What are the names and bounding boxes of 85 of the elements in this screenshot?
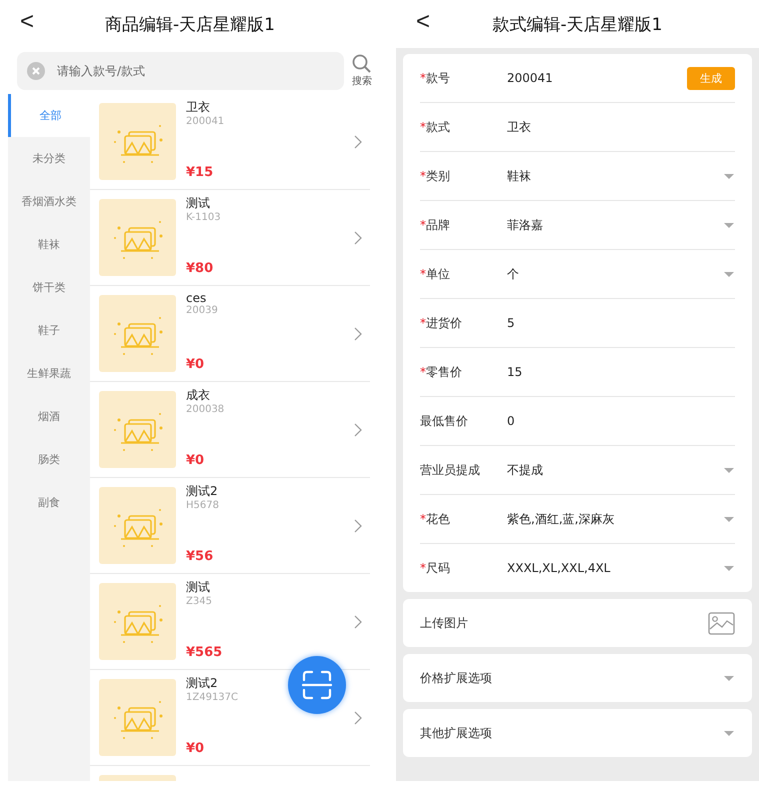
field-value[interactable]: 200041 bbox=[507, 71, 687, 85]
dropdown-caret-icon bbox=[723, 674, 735, 682]
field-value[interactable]: 紫色,酒红,蓝,深麻灰 bbox=[507, 510, 723, 528]
category-item[interactable]: 全部 bbox=[8, 94, 90, 137]
search-button[interactable]: 搜索 bbox=[352, 54, 372, 88]
chevron-icon bbox=[354, 422, 362, 436]
field-label: 最低售价 bbox=[420, 412, 469, 430]
field-label: *零售价 bbox=[420, 364, 463, 380]
field-label: *花色 bbox=[420, 510, 451, 528]
product-price: ¥0 bbox=[186, 453, 204, 468]
dropdown-caret-icon bbox=[723, 270, 735, 278]
product-price: ¥0 bbox=[186, 357, 204, 372]
field-value[interactable]: 个 bbox=[507, 266, 723, 282]
screen-title: 款式编辑-天店星耀版1 bbox=[492, 14, 662, 36]
product-price: ¥0 bbox=[186, 741, 204, 756]
chevron-icon bbox=[354, 614, 362, 628]
field-label: *类别 bbox=[420, 168, 451, 184]
field-value: 5 bbox=[507, 316, 516, 330]
product-code: 200038 bbox=[186, 404, 224, 415]
product-code: Z345 bbox=[186, 596, 212, 607]
dropdown-caret-icon bbox=[723, 564, 735, 572]
product-name: 测试 bbox=[186, 195, 210, 212]
product-code: 200041 bbox=[186, 116, 224, 127]
field-label: *品牌 bbox=[420, 216, 451, 234]
clear-icon bbox=[27, 62, 45, 80]
product-price: ¥80 bbox=[186, 261, 214, 276]
product-code: 1Z49137C bbox=[186, 692, 238, 703]
back-button[interactable]: < bbox=[410, 8, 436, 36]
category-item[interactable]: 香烟酒水类 bbox=[8, 180, 90, 223]
field-label: *进货价 bbox=[420, 314, 463, 332]
chevron-icon bbox=[354, 710, 362, 724]
chevron-icon bbox=[354, 230, 362, 244]
field-value: 15 bbox=[507, 365, 524, 379]
field-value[interactable]: 鞋袜 bbox=[507, 168, 723, 184]
dropdown-caret-icon bbox=[723, 172, 735, 180]
category-item[interactable]: 副食 bbox=[8, 481, 90, 524]
category-item[interactable]: 未分类 bbox=[8, 137, 90, 180]
screen-title: 商品编辑-天店星耀版1 bbox=[105, 14, 275, 36]
product-name: ces bbox=[186, 291, 206, 305]
field-label: *款式 bbox=[420, 118, 451, 136]
category-item[interactable]: 生鲜果蔬 bbox=[8, 352, 90, 395]
product-name: 卫衣 bbox=[186, 99, 210, 116]
dropdown-caret-icon bbox=[723, 222, 735, 228]
product-price: ¥565 bbox=[186, 645, 222, 660]
field-value: 卫衣 bbox=[507, 118, 532, 136]
product-price: ¥15 bbox=[186, 165, 214, 180]
category-item[interactable]: 鞋袜 bbox=[8, 223, 90, 266]
product-code: K-1103 bbox=[186, 212, 221, 223]
product-name: 测试 bbox=[186, 579, 210, 596]
product-price: ¥56 bbox=[186, 549, 214, 564]
search-field[interactable]: 请输入款号/款式 bbox=[17, 52, 344, 90]
category-item[interactable]: 饼干类 bbox=[8, 266, 90, 309]
section-card[interactable]: 上传图片 bbox=[403, 599, 752, 647]
field-value[interactable]: 不提成 bbox=[507, 462, 723, 478]
dropdown-caret-icon bbox=[723, 466, 735, 474]
dropdown-caret-icon bbox=[723, 730, 735, 736]
field-value: 0 bbox=[507, 414, 516, 428]
field-label: 营业员提成 bbox=[420, 462, 481, 478]
dropdown-caret-icon bbox=[723, 516, 735, 522]
scan-icon bbox=[302, 670, 332, 700]
field-value[interactable]: 菲洛嘉 bbox=[507, 216, 723, 234]
product-name: 测试2 bbox=[186, 483, 218, 500]
category-item[interactable]: 肠类 bbox=[8, 438, 90, 481]
product-name: 测试2 bbox=[186, 675, 218, 692]
product-code: 20039 bbox=[186, 305, 218, 316]
section-label: 上传图片 bbox=[420, 614, 468, 632]
category-item[interactable]: 鞋子 bbox=[8, 309, 90, 352]
field-value[interactable]: XXXL,XL,XXL,4XL bbox=[507, 561, 723, 575]
field-label: *尺码 bbox=[420, 560, 451, 576]
field-label: *款号 bbox=[420, 70, 451, 86]
product-name: 成衣 bbox=[186, 387, 210, 404]
chevron-icon bbox=[354, 326, 362, 340]
category-item[interactable]: 烟酒 bbox=[8, 395, 90, 438]
section-label: 价格扩展选项 bbox=[420, 670, 492, 686]
field-label: *单位 bbox=[420, 266, 451, 282]
product-code: H5678 bbox=[186, 500, 219, 511]
section-card[interactable]: 价格扩展选项 bbox=[403, 654, 752, 702]
scan-button[interactable] bbox=[288, 656, 346, 714]
back-button[interactable]: < bbox=[14, 8, 40, 36]
image-icon bbox=[708, 612, 735, 634]
chevron-icon bbox=[354, 134, 362, 148]
search-icon bbox=[352, 54, 372, 74]
section-card[interactable]: 其他扩展选项 bbox=[403, 709, 752, 757]
section-label: 其他扩展选项 bbox=[420, 724, 492, 742]
chevron-icon bbox=[354, 518, 362, 532]
